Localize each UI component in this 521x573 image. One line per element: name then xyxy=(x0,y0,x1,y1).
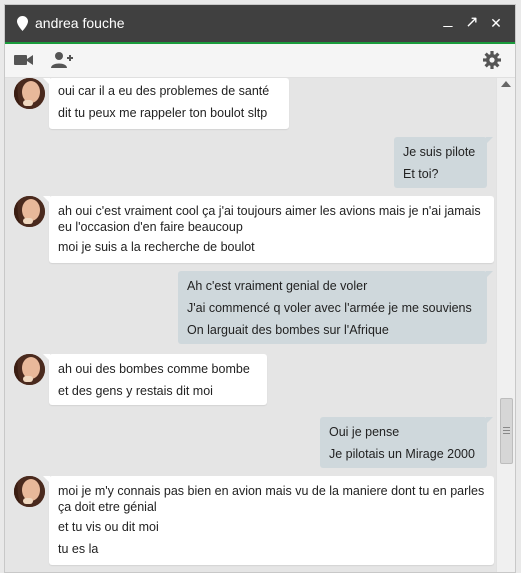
popout-icon[interactable]: ↗ xyxy=(463,14,481,32)
settings-gear-icon[interactable] xyxy=(481,50,503,70)
contact-avatar[interactable] xyxy=(14,78,45,109)
contact-avatar[interactable] xyxy=(14,196,45,227)
message-text: Et toi? xyxy=(403,167,439,181)
message-text: ah oui c'est vraiment cool ça j'ai toujo… xyxy=(58,204,481,234)
message-text: Je suis pilote xyxy=(403,145,476,159)
message-bubble-received: ah oui des bombes comme bombe et des gen… xyxy=(43,354,267,405)
add-person-icon[interactable] xyxy=(51,50,73,70)
message-text: On larguait des bombes sur l'Afrique xyxy=(187,323,389,337)
close-icon[interactable]: ✕ xyxy=(487,14,505,32)
chat-toolbar xyxy=(5,44,515,78)
message-bubble-received: ah oui c'est vraiment cool ça j'ai toujo… xyxy=(43,196,494,263)
message-text: Ah c'est vraiment genial de voler xyxy=(187,279,368,293)
message-bubble-sent: Oui je pense Je pilotais un Mirage 2000 xyxy=(320,417,493,468)
scroll-up-arrow-icon[interactable] xyxy=(501,81,511,87)
message-text: J'ai commencé q voler avec l'armée je me… xyxy=(187,301,472,315)
message-text: tu es la xyxy=(58,542,99,556)
message-bubble-received: moi je m'y connais pas bien en avion mai… xyxy=(43,476,494,565)
scrollbar-thumb[interactable] xyxy=(500,398,513,464)
message-text: Oui je pense xyxy=(329,425,400,439)
message-text: dit tu peux me rappeler ton boulot sltp xyxy=(58,106,268,120)
message-bubble-sent: Ah c'est vraiment genial de voler J'ai c… xyxy=(178,271,493,344)
chat-title[interactable]: andrea fouche xyxy=(35,15,125,31)
message-text: oui car il a eu des problemes de santé xyxy=(58,84,270,98)
contact-avatar[interactable] xyxy=(14,354,45,385)
message-text: et tu vis ou dit moi xyxy=(58,520,159,534)
message-text: Je pilotais un Mirage 2000 xyxy=(329,447,475,461)
message-bubble-received: oui car il a eu des problemes de santé d… xyxy=(43,78,289,129)
message-text: ah oui des bombes comme bombe xyxy=(58,362,250,376)
contact-avatar[interactable] xyxy=(14,476,45,507)
message-list[interactable]: oui car il a eu des problemes de santé d… xyxy=(5,78,495,572)
message-text: moi je m'y connais pas bien en avion mai… xyxy=(58,484,485,514)
message-scrollbar[interactable] xyxy=(496,78,515,572)
message-text: et des gens y restais dit moi xyxy=(58,384,213,398)
message-text: moi je suis a la recherche de boulot xyxy=(58,240,255,254)
chat-window: andrea fouche _ ↗ ✕ oui car il a eu des … xyxy=(4,4,516,573)
message-bubble-sent: Je suis pilote Et toi? xyxy=(394,137,493,188)
chat-titlebar[interactable]: andrea fouche _ ↗ ✕ xyxy=(5,5,515,44)
minimize-icon[interactable]: _ xyxy=(439,11,457,29)
location-pin-icon xyxy=(17,16,28,31)
video-call-icon[interactable] xyxy=(13,50,35,70)
